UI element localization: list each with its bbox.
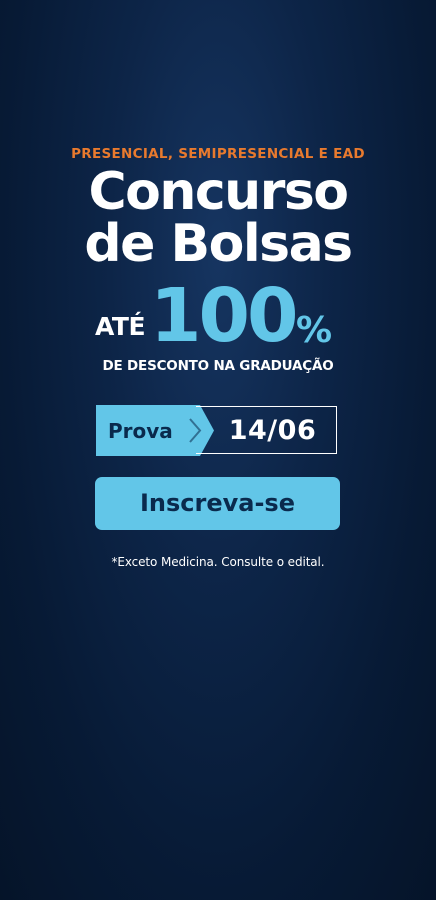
signup-button[interactable]: Inscreva-se <box>95 477 340 530</box>
discount-value: 100 <box>150 273 298 359</box>
title-line-2: de Bolsas <box>84 214 353 274</box>
disclaimer-text: *Exceto Medicina. Consulte o edital. <box>111 555 325 569</box>
exam-date-badge: Prova 14/06 <box>96 405 339 456</box>
exam-label: Prova <box>108 419 173 443</box>
scholarship-banner[interactable]: PRESENCIAL, SEMIPRESENCIAL E EAD Concurs… <box>0 0 436 900</box>
discount-headline: ATÉ 100 % <box>0 276 436 356</box>
banner-title: Concurso de Bolsas <box>0 166 436 270</box>
exam-date: 14/06 <box>228 415 317 446</box>
discount-subline: DE DESCONTO NA GRADUAÇÃO <box>102 358 334 374</box>
modality-eyebrow: PRESENCIAL, SEMIPRESENCIAL E EAD <box>71 146 365 162</box>
title-line-1: Concurso <box>88 162 349 222</box>
discount-prefix: ATÉ <box>95 312 146 341</box>
exam-date-box: 14/06 <box>196 406 337 454</box>
percent-sign: % <box>296 310 333 351</box>
